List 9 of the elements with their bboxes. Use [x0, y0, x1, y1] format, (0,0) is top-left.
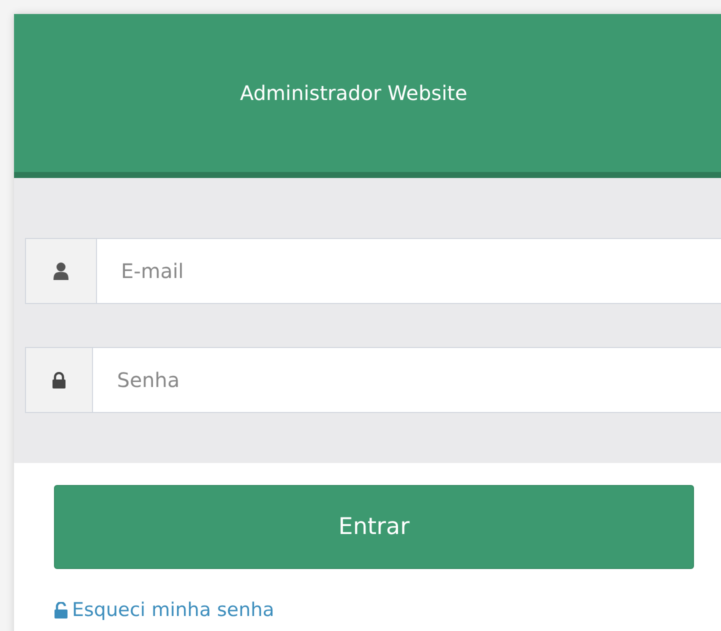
input-field[interactable]: E-mail	[97, 238, 721, 304]
link-text[interactable]: Esqueci minha senha	[72, 599, 274, 621]
lock-icon	[52, 372, 66, 388]
unlock-icon	[54, 602, 68, 618]
input-field[interactable]: Senha	[93, 347, 721, 413]
forgot-password-link[interactable]: Esqueci minha senha	[54, 599, 721, 621]
submit-button[interactable]: Entrar	[54, 485, 694, 569]
header-title: Administrador Website	[240, 81, 468, 105]
user-icon	[53, 262, 69, 280]
